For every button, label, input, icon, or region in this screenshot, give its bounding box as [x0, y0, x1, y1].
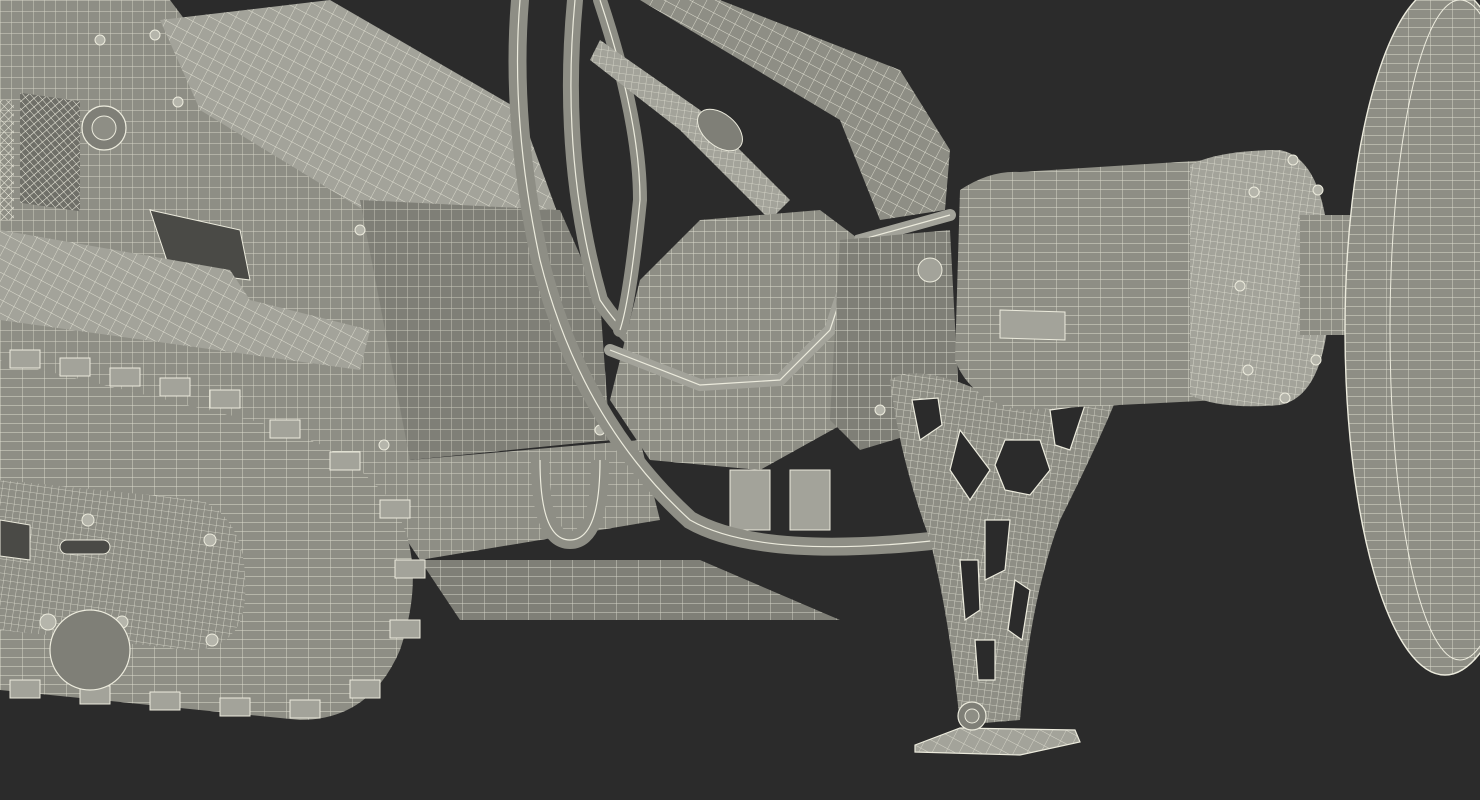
wireframe-render-viewport [0, 0, 1480, 800]
drive-motor [955, 150, 1360, 410]
auger-disc [1344, 0, 1480, 676]
wireframe-illustration [0, 0, 1480, 756]
support-stand [890, 373, 1120, 756]
